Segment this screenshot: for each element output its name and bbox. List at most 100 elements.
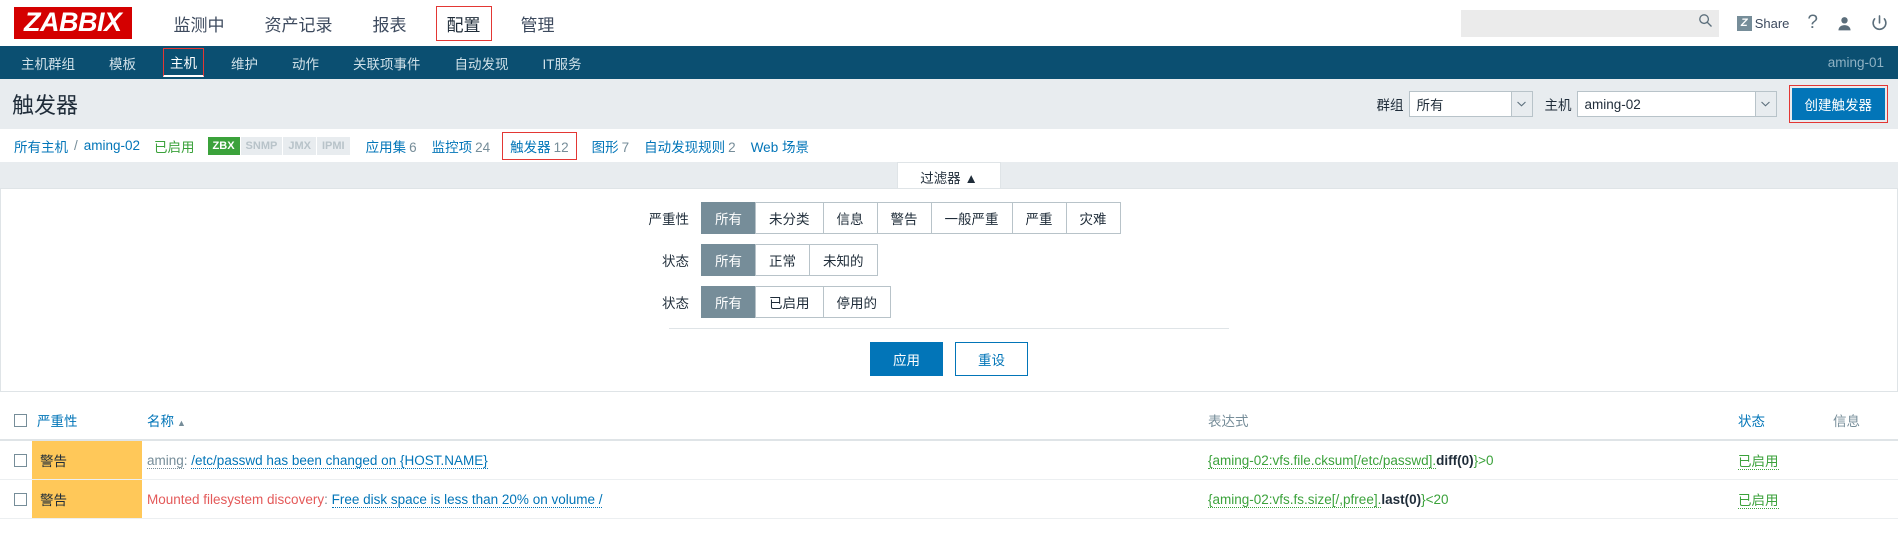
severity-option-average[interactable]: 一般严重 — [930, 202, 1012, 234]
breadcrumb-graphs-count: 7 — [621, 139, 630, 155]
mainnav-item-monitoring[interactable]: 监测中 — [163, 6, 236, 41]
breadcrumb-graphs[interactable]: 图形 7 — [592, 136, 630, 156]
state-option-normal[interactable]: 正常 — [755, 244, 809, 276]
expression-function: diff(0) — [1436, 452, 1474, 468]
chevron-down-icon[interactable] — [1754, 92, 1776, 116]
chevron-down-icon[interactable] — [1510, 92, 1532, 116]
trigger-status-link[interactable]: 已启用 — [1738, 493, 1779, 509]
breadcrumb-host[interactable]: aming-02 — [84, 138, 140, 153]
filter-tab[interactable]: 过滤器 ▲ — [897, 162, 1001, 188]
row-status-cell: 已启用 — [1733, 479, 1828, 519]
breadcrumb-items[interactable]: 监控项 24 — [432, 136, 491, 156]
breadcrumb-all-hosts[interactable]: 所有主机 — [14, 136, 68, 156]
header-name[interactable]: 名称 ▲ — [142, 401, 1203, 441]
severity-badge: 警告 — [32, 441, 142, 479]
breadcrumb-web-scenarios-label: Web 场景 — [750, 139, 809, 155]
page-header: 触发器 群组 所有 主机 aming-02 创建触发器 — [0, 79, 1898, 129]
row-severity-cell: 警告 — [32, 479, 142, 519]
subnav-item-event-correlation[interactable]: 关联项事件 — [346, 49, 428, 77]
status-option-all[interactable]: 所有 — [701, 286, 755, 318]
row-severity-cell: 警告 — [32, 440, 142, 480]
select-all-header — [0, 401, 32, 441]
breadcrumb-web-scenarios[interactable]: Web 场景 — [751, 136, 812, 156]
create-trigger-button[interactable]: 创建触发器 — [1791, 88, 1885, 120]
subnav-item-discovery[interactable]: 自动发现 — [448, 49, 516, 77]
row-select-cell — [0, 440, 32, 480]
subnav-item-actions[interactable]: 动作 — [285, 49, 326, 77]
breadcrumb-applications[interactable]: 应用集 6 — [366, 136, 417, 156]
header-name-label: 名称 — [147, 414, 174, 429]
severity-option-information[interactable]: 信息 — [822, 202, 877, 234]
status-option-enabled[interactable]: 已启用 — [755, 286, 823, 318]
zabbix-logo[interactable]: ZABBIX — [14, 6, 132, 40]
row-checkbox[interactable] — [14, 493, 27, 507]
top-right-actions: Z Share ? — [1460, 0, 1888, 46]
breadcrumb: 所有主机 / aming-02 已启用 ZBX SNMP JMX IPMI 应用… — [0, 129, 1898, 162]
power-logout-icon[interactable] — [1871, 14, 1888, 32]
trigger-prefix-link[interactable]: aming — [147, 452, 184, 469]
trigger-name-link[interactable]: /etc/passwd has been changed on {HOST.NA… — [191, 452, 488, 469]
host-select[interactable]: aming-02 — [1576, 91, 1777, 117]
host-enabled-status[interactable]: 已启用 — [154, 136, 195, 156]
trigger-status-link[interactable]: 已启用 — [1738, 454, 1779, 470]
breadcrumb-applications-label: 应用集 — [365, 139, 407, 155]
breadcrumb-triggers[interactable]: 触发器 12 — [502, 131, 577, 160]
protocol-badges: ZBX SNMP JMX IPMI — [207, 136, 351, 155]
filter-row-status: 状态 所有 已启用 停用的 — [1, 286, 1897, 318]
expression-prefix[interactable]: {aming-02:vfs.fs.size[/,pfree]. — [1208, 491, 1382, 508]
mainnav-item-inventory[interactable]: 资产记录 — [254, 6, 344, 41]
severity-option-all[interactable]: 所有 — [701, 202, 755, 234]
filter-severity-label: 严重性 — [648, 212, 690, 227]
filter-reset-button[interactable]: 重设 — [955, 342, 1028, 376]
severity-option-high[interactable]: 严重 — [1011, 202, 1066, 234]
subnav-item-templates[interactable]: 模板 — [102, 49, 143, 77]
search-input[interactable] — [1468, 15, 1698, 31]
breadcrumb-separator: / — [74, 138, 78, 153]
filter-panel: 严重性 所有 未分类 信息 警告 一般严重 严重 灾难 状态 所有 正常 未知的… — [0, 189, 1898, 392]
breadcrumb-triggers-label: 触发器 — [510, 139, 551, 155]
trigger-prefix-link[interactable]: Mounted filesystem discovery — [147, 492, 324, 507]
group-filter-label: 群组 — [1376, 98, 1404, 113]
severity-option-disaster[interactable]: 灾难 — [1065, 202, 1121, 234]
row-expression-cell: {aming-02:vfs.file.cksum[/etc/passwd].di… — [1203, 440, 1733, 480]
table-header-row: 严重性 名称 ▲ 表达式 状态 信息 — [0, 401, 1898, 441]
filter-row-state: 状态 所有 正常 未知的 — [1, 244, 1897, 276]
subnav-item-maintenance[interactable]: 维护 — [224, 49, 265, 77]
row-info-cell — [1828, 479, 1898, 519]
breadcrumb-triggers-count: 12 — [553, 139, 569, 155]
state-option-all[interactable]: 所有 — [701, 244, 755, 276]
status-option-disabled[interactable]: 停用的 — [822, 286, 891, 318]
row-checkbox[interactable] — [14, 454, 27, 468]
row-name-cell: aming: /etc/passwd has been changed on {… — [142, 440, 1203, 480]
group-select-value: 所有 — [1416, 98, 1444, 113]
header-severity[interactable]: 严重性 — [32, 401, 142, 441]
expression-prefix[interactable]: {aming-02:vfs.file.cksum[/etc/passwd]. — [1208, 452, 1437, 469]
subnav-item-it-services[interactable]: IT服务 — [536, 49, 589, 77]
breadcrumb-discovery-rules-count: 2 — [728, 139, 736, 155]
group-select[interactable]: 所有 — [1408, 91, 1533, 117]
breadcrumb-graphs-label: 图形 — [591, 139, 619, 155]
filter-actions: 应用 重设 — [1, 329, 1897, 381]
subnav-item-hosts[interactable]: 主机 — [163, 48, 204, 77]
mainnav-item-configuration[interactable]: 配置 — [435, 5, 492, 41]
sort-ascending-icon: ▲ — [177, 418, 186, 428]
state-option-unknown[interactable]: 未知的 — [809, 244, 878, 276]
host-select-value: aming-02 — [1584, 96, 1641, 112]
help-icon[interactable]: ? — [1807, 12, 1818, 34]
filter-apply-button[interactable]: 应用 — [870, 342, 943, 376]
search-icon[interactable] — [1698, 13, 1713, 33]
breadcrumb-discovery-rules[interactable]: 自动发现规则 2 — [644, 136, 736, 156]
mainnav-item-reports[interactable]: 报表 — [362, 6, 418, 41]
select-all-checkbox[interactable] — [14, 414, 27, 428]
mainnav-item-administration[interactable]: 管理 — [510, 6, 566, 41]
subnav-item-host-groups[interactable]: 主机群组 — [14, 49, 82, 77]
global-search[interactable] — [1460, 9, 1719, 37]
severity-option-warning[interactable]: 警告 — [876, 202, 931, 234]
user-profile-icon[interactable] — [1836, 15, 1853, 32]
share-button[interactable]: Z Share — [1736, 15, 1789, 31]
severity-option-not-classified[interactable]: 未分类 — [755, 202, 823, 234]
share-badge-icon: Z — [1736, 15, 1752, 31]
trigger-name-link[interactable]: Free disk space is less than 20% on volu… — [331, 491, 603, 508]
header-status[interactable]: 状态 — [1733, 401, 1828, 441]
filter-status-label: 状态 — [662, 296, 689, 311]
